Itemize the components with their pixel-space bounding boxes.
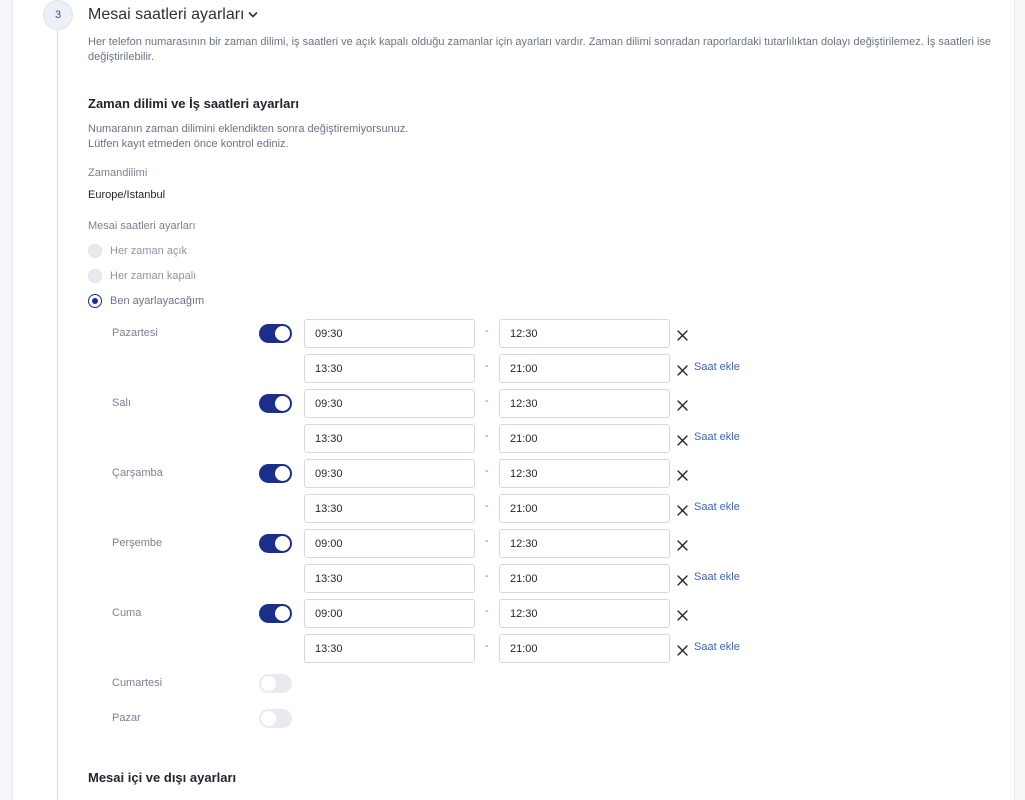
chevron-down-icon [248, 12, 257, 18]
start-time-input[interactable] [304, 564, 475, 593]
radio-unselected[interactable] [88, 244, 102, 258]
day-toggle[interactable] [259, 324, 292, 343]
remove-slot-close-icon[interactable] [677, 573, 688, 586]
range-separator: - [485, 570, 489, 582]
range-separator: - [485, 605, 489, 617]
day-label: Çarşamba [112, 467, 163, 479]
start-time-input[interactable] [304, 424, 475, 453]
section-title[interactable]: Mesai saatleri ayarları [88, 6, 258, 24]
timezone-heading: Zaman dilimi ve İş saatleri ayarları [88, 96, 300, 111]
day-toggle[interactable] [259, 534, 292, 553]
remove-slot-close-icon[interactable] [677, 643, 688, 656]
start-time-input[interactable] [304, 319, 475, 348]
range-separator: - [485, 500, 489, 512]
add-hours-link[interactable]: Saat ekle [694, 641, 740, 653]
day-label: Perşembe [112, 537, 163, 549]
start-time-input[interactable] [304, 599, 475, 628]
end-time-input[interactable] [499, 494, 670, 523]
remove-slot-close-icon[interactable] [677, 468, 688, 481]
section-description: Her telefon numarasının bir zaman dilimi… [88, 36, 992, 63]
day-label: Salı [112, 397, 131, 409]
step-connector-line [57, 28, 58, 800]
remove-slot-close-icon[interactable] [677, 503, 688, 516]
remove-slot-close-icon[interactable] [677, 608, 688, 621]
timezone-label: Zamandilimi [88, 167, 148, 179]
start-time-input[interactable] [304, 494, 475, 523]
range-separator: - [485, 430, 489, 442]
range-separator: - [485, 465, 489, 477]
range-separator: - [485, 640, 489, 652]
day-label: Pazar [112, 712, 141, 724]
range-separator: - [485, 395, 489, 407]
add-hours-link[interactable]: Saat ekle [694, 431, 740, 443]
next-section-heading: Mesai içi ve dışı ayarları [88, 770, 237, 785]
add-hours-link[interactable]: Saat ekle [694, 571, 740, 583]
end-time-input[interactable] [499, 319, 670, 348]
step-number-badge: 3 [43, 0, 73, 30]
mode-option-label: Her zaman açık [110, 245, 188, 257]
add-hours-link[interactable]: Saat ekle [694, 501, 740, 513]
section-title-text: Mesai saatleri ayarları [88, 6, 245, 23]
remove-slot-close-icon[interactable] [677, 433, 688, 446]
end-time-input[interactable] [499, 634, 670, 663]
remove-slot-close-icon[interactable] [677, 538, 688, 551]
day-toggle[interactable] [259, 464, 292, 483]
end-time-input[interactable] [499, 529, 670, 558]
mode-option-label: Her zaman kapalı [110, 270, 197, 282]
remove-slot-close-icon[interactable] [677, 328, 688, 341]
end-time-input[interactable] [499, 564, 670, 593]
remove-slot-close-icon[interactable] [677, 363, 688, 376]
mode-option-2[interactable]: Ben ayarlayacağım [88, 294, 204, 308]
timezone-note-line1: Numaranın zaman dilimini eklendikten son… [88, 123, 409, 135]
hours-label: Mesai saatleri ayarları [88, 220, 196, 232]
day-toggle[interactable] [259, 709, 292, 728]
start-time-input[interactable] [304, 354, 475, 383]
day-toggle[interactable] [259, 674, 292, 693]
add-hours-link[interactable]: Saat ekle [694, 361, 740, 373]
remove-slot-close-icon[interactable] [677, 398, 688, 411]
range-separator: - [485, 360, 489, 372]
day-toggle[interactable] [259, 394, 292, 413]
end-time-input[interactable] [499, 599, 670, 628]
mode-option-1[interactable]: Her zaman kapalı [88, 269, 196, 283]
day-toggle[interactable] [259, 604, 292, 623]
range-separator: - [485, 535, 489, 547]
day-label: Cuma [112, 607, 142, 619]
start-time-input[interactable] [304, 459, 475, 488]
timezone-note: Numaranın zaman dilimini eklendikten son… [88, 122, 408, 152]
day-label: Pazartesi [112, 327, 158, 339]
end-time-input[interactable] [499, 389, 670, 418]
end-time-input[interactable] [499, 459, 670, 488]
end-time-input[interactable] [499, 424, 670, 453]
day-label: Cumartesi [112, 677, 163, 689]
mode-option-0[interactable]: Her zaman açık [88, 244, 187, 258]
timezone-note-line2: Lütfen kayıt etmeden önce kontrol ediniz… [88, 138, 289, 150]
settings-card: 3 Mesai saatleri ayarları Her telefon nu… [12, 0, 1015, 800]
start-time-input[interactable] [304, 389, 475, 418]
timezone-value: Europe/Istanbul [88, 189, 166, 201]
end-time-input[interactable] [499, 354, 670, 383]
range-separator: - [485, 325, 489, 337]
start-time-input[interactable] [304, 634, 475, 663]
start-time-input[interactable] [304, 529, 475, 558]
radio-selected[interactable] [88, 294, 102, 308]
radio-unselected[interactable] [88, 269, 102, 283]
mode-option-label: Ben ayarlayacağım [110, 295, 205, 307]
